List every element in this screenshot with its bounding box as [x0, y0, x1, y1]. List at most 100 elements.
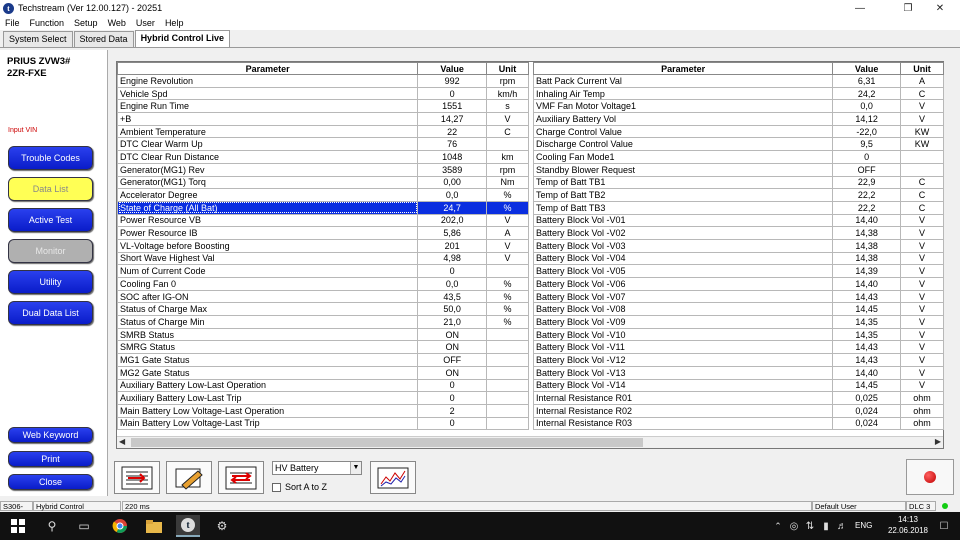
table-row[interactable]: Internal Resistance R03 0,024 ohm — [532, 416, 944, 431]
techstream-taskbar-icon[interactable]: t — [176, 515, 200, 537]
minimize-icon[interactable]: — — [840, 0, 880, 16]
horizontal-scrollbar[interactable]: ◀ ▶ — [117, 436, 943, 448]
data-list-button[interactable]: Data List — [8, 177, 93, 201]
table-row[interactable]: Accelerator Degree 0,0% — [116, 188, 529, 202]
table-row[interactable]: Short Wave Highest Val 4,98 V — [116, 251, 529, 266]
menu-function[interactable]: Function — [25, 18, 70, 28]
group-select[interactable]: HV Battery ▼ — [272, 461, 362, 475]
table-row[interactable]: Battery Block Vol -V12 14,43 V — [532, 353, 944, 367]
print-button[interactable]: Print — [8, 451, 93, 467]
table-row[interactable]: Auxiliary Battery Low-Last Operation 0 — [116, 378, 529, 393]
table-row[interactable]: Battery Block Vol -V10 14,35 V — [532, 327, 944, 342]
table-row[interactable]: Battery Block Vol -V11 14,43 V — [532, 340, 944, 355]
table-row[interactable]: Battery Block Vol -V06 14,40 V — [532, 277, 944, 291]
table-row[interactable]: MG2 Gate Status ON — [116, 365, 529, 380]
table-row[interactable]: Cooling Fan 0 0,0% — [116, 277, 529, 291]
tab-hybrid-control-live[interactable]: Hybrid Control Live — [134, 30, 231, 47]
column-header-parameter[interactable]: Parameter — [532, 62, 834, 75]
table-row[interactable]: Engine Revolution 992 rpm — [116, 74, 529, 88]
table-row[interactable]: Power Resource IB 5,86 A — [116, 226, 529, 240]
menu-setup[interactable]: Setup — [69, 18, 103, 28]
table-row[interactable]: Battery Block Vol -V01 14,40 V — [532, 213, 944, 228]
tray-chevron-up-icon[interactable]: ⌃ — [770, 518, 786, 534]
table-row[interactable]: State of Charge (All Bat) 24,7% — [116, 200, 529, 215]
web-keyword-button[interactable]: Web Keyword — [8, 427, 93, 443]
sort-checkbox[interactable]: Sort A to Z — [272, 482, 327, 492]
chevron-down-icon[interactable]: ▼ — [350, 462, 361, 474]
language-indicator[interactable]: ENG — [855, 521, 872, 530]
table-row[interactable]: Internal Resistance R01 0,025 ohm — [532, 391, 944, 405]
table-row[interactable]: Vehicle Spd 0 km/h — [116, 86, 529, 101]
column-header-unit[interactable]: Unit — [900, 62, 944, 75]
table-row[interactable]: Status of Charge Max 50,0% — [116, 302, 529, 317]
table-row[interactable]: Internal Resistance R02 0,024 ohm — [532, 403, 944, 418]
table-row[interactable]: Battery Block Vol -V13 14,40 V — [532, 365, 944, 380]
battery-icon[interactable]: ▮ — [818, 518, 834, 534]
table-row[interactable]: DTC Clear Warm Up 76 — [116, 137, 529, 152]
tab-system-select[interactable]: System Select — [3, 31, 73, 47]
menu-web[interactable]: Web — [103, 18, 131, 28]
table-row[interactable]: Battery Block Vol -V04 14,38 V — [532, 251, 944, 266]
active-test-button[interactable]: Active Test — [8, 208, 93, 232]
table-row[interactable]: Battery Block Vol -V02 14,38 V — [532, 226, 944, 240]
table-row[interactable]: Charge Control Value -22,0 KW — [532, 124, 944, 139]
table-row[interactable]: Power Resource VB 202,0 V — [116, 213, 529, 228]
table-row[interactable]: Battery Block Vol -V03 14,38 V — [532, 238, 944, 253]
table-row[interactable]: +B 14,27 V — [116, 112, 529, 126]
file-explorer-icon[interactable] — [146, 518, 162, 534]
table-row[interactable]: Battery Block Vol -V07 14,43 V — [532, 289, 944, 304]
usb-icon[interactable]: ⇅ — [802, 518, 818, 534]
table-row[interactable]: SOC after IG-ON 43,5% — [116, 289, 529, 304]
table-row[interactable]: Engine Run Time 1551 s — [116, 99, 529, 114]
table-row[interactable]: Battery Block Vol -V08 14,45 V — [532, 302, 944, 317]
close-window-icon[interactable]: ✕ — [920, 0, 960, 16]
select-data-button[interactable] — [114, 461, 160, 494]
column-header-value[interactable]: Value — [832, 62, 902, 75]
table-row[interactable]: Ambient Temperature 22 C — [116, 124, 529, 139]
record-button[interactable] — [906, 459, 954, 495]
utility-button[interactable]: Utility — [8, 270, 93, 294]
windows-start-icon[interactable] — [10, 518, 26, 534]
system-clock[interactable]: 14:13 22.06.2018 — [888, 514, 928, 536]
table-row[interactable]: Main Battery Low Voltage-Last Operation 2 — [116, 403, 529, 418]
table-row[interactable]: Battery Block Vol -V14 14,45 V — [532, 378, 944, 393]
edit-button[interactable] — [166, 461, 212, 494]
table-row[interactable]: VMF Fan Motor Voltage1 0,0 V — [532, 99, 944, 114]
table-row[interactable]: Auxiliary Battery Low-Last Trip 0 — [116, 391, 529, 405]
table-row[interactable]: Generator(MG1) Rev 3589 rpm — [116, 162, 529, 177]
menu-file[interactable]: File — [0, 18, 25, 28]
app-taskbar-icon[interactable]: ⚙ — [214, 518, 230, 534]
table-row[interactable]: SMRB Status ON — [116, 327, 529, 342]
table-row[interactable]: Temp of Batt TB1 22,9 C — [532, 175, 944, 190]
table-row[interactable]: Status of Charge Min 21,0% — [116, 315, 529, 329]
table-row[interactable]: SMRG Status ON — [116, 340, 529, 355]
menu-help[interactable]: Help — [160, 18, 189, 28]
scroll-left-icon[interactable]: ◀ — [119, 437, 125, 446]
table-row[interactable]: Battery Block Vol -V05 14,39 V — [532, 264, 944, 278]
chrome-icon[interactable] — [112, 518, 128, 534]
tab-stored-data[interactable]: Stored Data — [73, 31, 134, 47]
table-row[interactable]: MG1 Gate Status OFF — [116, 353, 529, 367]
table-row[interactable]: VL-Voltage before Boosting 201 V — [116, 238, 529, 253]
monitor-button[interactable]: Monitor — [8, 239, 93, 263]
table-row[interactable]: DTC Clear Run Distance 1048 km — [116, 150, 529, 164]
search-icon[interactable]: ⚲ — [44, 518, 60, 534]
table-row[interactable]: Standby Blower Request OFF — [532, 162, 944, 177]
table-row[interactable]: Temp of Batt TB2 22,2 C — [532, 188, 944, 202]
dual-data-list-button[interactable]: Dual Data List — [8, 301, 93, 325]
task-view-icon[interactable]: ▭ — [76, 518, 92, 534]
notifications-icon[interactable]: ☐ — [936, 518, 952, 534]
table-row[interactable]: Inhaling Air Temp 24,2 C — [532, 86, 944, 101]
table-row[interactable]: Num of Current Code 0 — [116, 264, 529, 278]
table-row[interactable]: Main Battery Low Voltage-Last Trip 0 — [116, 416, 529, 431]
table-row[interactable]: Discharge Control Value 9,5 KW — [532, 137, 944, 152]
volume-icon[interactable]: ♬ — [834, 518, 850, 534]
graph-button[interactable] — [370, 461, 416, 494]
checkbox-box[interactable] — [272, 482, 281, 492]
column-header-parameter[interactable]: Parameter — [116, 62, 419, 75]
table-row[interactable]: Generator(MG1) Torq 0,00 Nm — [116, 175, 529, 190]
tray-app-icon[interactable]: ◎ — [786, 518, 802, 534]
column-header-unit[interactable]: Unit — [486, 62, 529, 75]
trouble-codes-button[interactable]: Trouble Codes — [8, 146, 93, 170]
table-row[interactable]: Temp of Batt TB3 22,2 C — [532, 200, 944, 215]
